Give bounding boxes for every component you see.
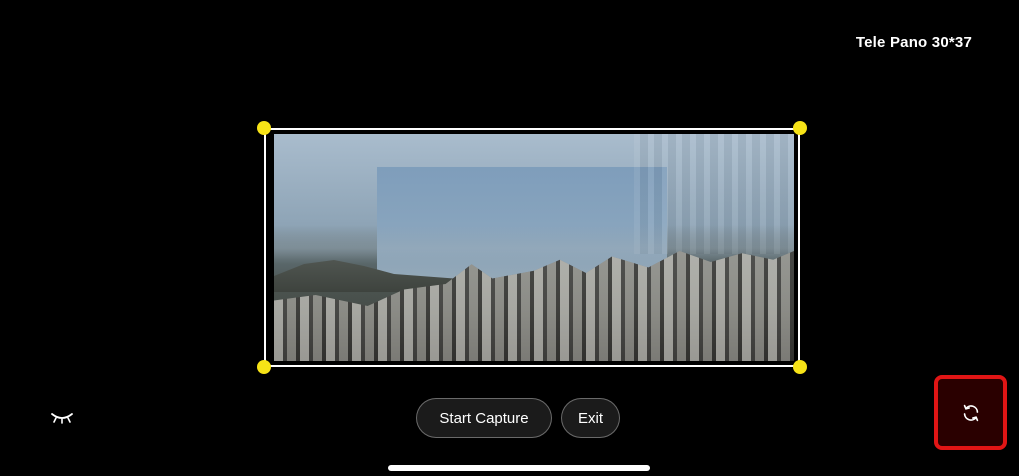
exit-button[interactable]: Exit	[561, 398, 620, 438]
home-indicator[interactable]	[388, 465, 650, 471]
rotate-button[interactable]	[934, 375, 1007, 450]
mode-label: Tele Pano 30*37	[855, 34, 972, 51]
start-capture-button[interactable]: Start Capture	[416, 398, 552, 438]
rotate-icon	[963, 404, 978, 421]
crop-handle-top-right[interactable]	[793, 121, 807, 135]
panorama-preview	[274, 134, 794, 361]
crop-frame[interactable]	[264, 128, 800, 367]
pano-haze	[274, 224, 794, 264]
crop-handle-bottom-left[interactable]	[257, 360, 271, 374]
crop-handle-bottom-right[interactable]	[793, 360, 807, 374]
eye-closed-icon[interactable]	[50, 410, 74, 426]
crop-handle-top-left[interactable]	[257, 121, 271, 135]
